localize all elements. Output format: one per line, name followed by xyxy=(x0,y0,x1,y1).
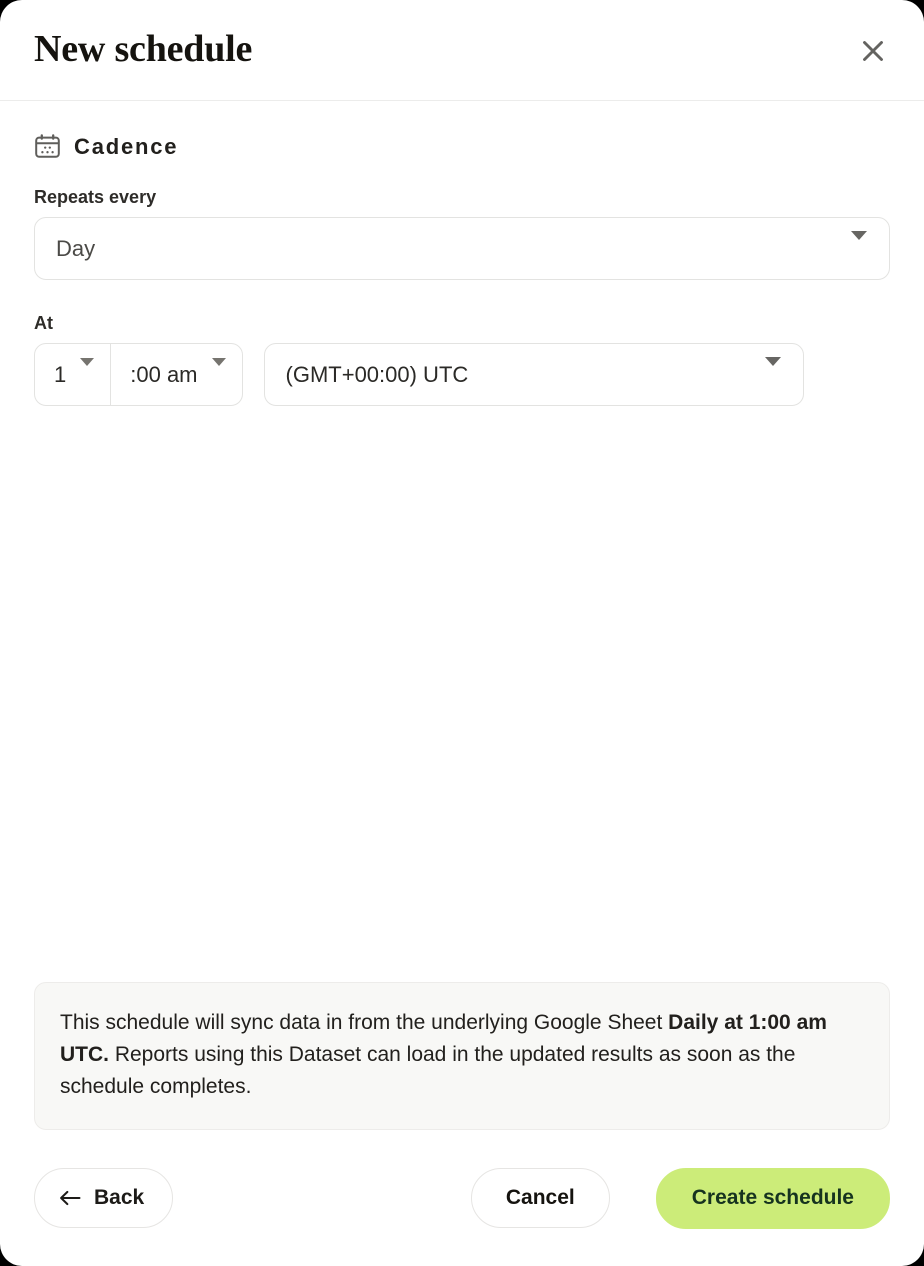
chevron-down-icon xyxy=(211,357,226,384)
dialog-title: New schedule xyxy=(34,28,253,70)
repeats-every-label: Repeats every xyxy=(34,187,157,207)
cadence-section-title: Cadence xyxy=(74,134,179,159)
timezone-select[interactable]: (GMT+00:00) UTC xyxy=(263,343,804,406)
cancel-button[interactable]: Cancel xyxy=(470,1168,610,1228)
dialog-header: New schedule xyxy=(0,0,924,101)
close-icon[interactable] xyxy=(852,30,894,72)
dialog-body: Cadence Repeats every Day At 1 :00 am (G… xyxy=(0,101,924,1130)
back-button-label: Back xyxy=(94,1186,145,1209)
timezone-value: (GMT+00:00) UTC xyxy=(285,361,469,387)
chevron-down-icon xyxy=(764,356,781,384)
create-schedule-button[interactable]: Create schedule xyxy=(655,1167,890,1229)
at-label: At xyxy=(34,313,53,333)
cadence-section-header: Cadence xyxy=(34,134,890,160)
hour-value: 1 xyxy=(54,361,67,387)
calendar-icon xyxy=(34,134,61,160)
create-schedule-button-label: Create schedule xyxy=(691,1186,854,1209)
chevron-down-icon xyxy=(851,230,867,258)
dialog-footer: Back Cancel Create schedule xyxy=(0,1130,924,1266)
repeats-every-select[interactable]: Day xyxy=(34,217,890,280)
hour-select[interactable]: 1 xyxy=(35,344,110,405)
minute-select[interactable]: :00 am xyxy=(110,344,241,405)
minute-value: :00 am xyxy=(130,361,198,387)
new-schedule-dialog: New schedule Cadence Repeats every Day A… xyxy=(0,0,924,1266)
at-row: 1 :00 am (GMT+00:00) UTC xyxy=(34,343,890,406)
summary-text-after: Reports using this Dataset can load in t… xyxy=(60,1043,796,1098)
schedule-summary-box: This schedule will sync data in from the… xyxy=(34,982,890,1130)
repeats-every-value: Day xyxy=(56,235,96,261)
time-picker: 1 :00 am xyxy=(34,343,243,406)
back-button[interactable]: Back xyxy=(34,1168,174,1228)
schedule-summary-text: This schedule will sync data in from the… xyxy=(60,1007,864,1103)
arrow-left-icon xyxy=(59,1190,81,1206)
chevron-down-icon xyxy=(80,357,95,384)
cancel-button-label: Cancel xyxy=(505,1186,575,1209)
summary-text-before: This schedule will sync data in from the… xyxy=(60,1011,669,1034)
